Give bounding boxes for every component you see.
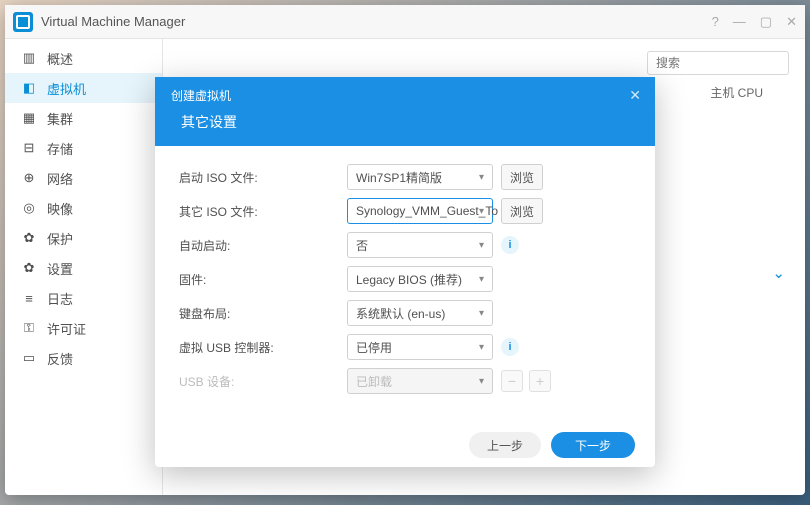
main-area: ▥概述 ◧虚拟机 ▦集群 ⊟存储 ⊕网络 ◎映像 ✿保护 ✿设置 ≡日志 ⚿许可… <box>5 39 805 495</box>
select-autostart[interactable]: 否 <box>347 232 493 258</box>
row-other-iso: 其它 ISO 文件: Synology_VMM_Guest_To 浏览 <box>179 198 631 224</box>
select-value: Legacy BIOS (推荐) <box>356 271 462 288</box>
select-value: 否 <box>356 237 368 254</box>
label-firmware: 固件: <box>179 271 347 288</box>
add-usb-button: + <box>529 370 551 392</box>
modal-subtitle: 其它设置 <box>171 112 639 132</box>
modal-body: 启动 ISO 文件: Win7SP1精简版 浏览 其它 ISO 文件: Syno… <box>155 146 655 420</box>
select-other-iso[interactable]: Synology_VMM_Guest_To <box>347 198 493 224</box>
label-boot-iso: 启动 ISO 文件: <box>179 169 347 186</box>
select-value: 已停用 <box>356 339 392 356</box>
app-icon <box>13 12 33 32</box>
row-firmware: 固件: Legacy BIOS (推荐) <box>179 266 631 292</box>
minimize-icon[interactable]: — <box>733 14 746 30</box>
create-vm-modal: 创建虚拟机 其它设置 ✕ 启动 ISO 文件: Win7SP1精简版 浏览 其它… <box>155 77 655 467</box>
select-usb-device: 已卸载 <box>347 368 493 394</box>
usb-device-buttons: − + <box>501 370 551 392</box>
row-boot-iso: 启动 ISO 文件: Win7SP1精简版 浏览 <box>179 164 631 190</box>
remove-usb-button: − <box>501 370 523 392</box>
row-keyboard: 键盘布局: 系统默认 (en-us) <box>179 300 631 326</box>
row-usb-controller: 虚拟 USB 控制器: 已停用 i <box>179 334 631 360</box>
browse-other-iso-button[interactable]: 浏览 <box>501 198 543 224</box>
label-usb-device: USB 设备: <box>179 373 347 390</box>
select-value: 已卸载 <box>356 373 392 390</box>
window-controls: ? — ▢ ✕ <box>712 14 797 30</box>
select-boot-iso[interactable]: Win7SP1精简版 <box>347 164 493 190</box>
select-firmware[interactable]: Legacy BIOS (推荐) <box>347 266 493 292</box>
info-icon[interactable]: i <box>501 338 519 356</box>
row-autostart: 自动启动: 否 i <box>179 232 631 258</box>
close-icon[interactable]: ✕ <box>786 14 797 30</box>
maximize-icon[interactable]: ▢ <box>760 14 772 30</box>
help-icon[interactable]: ? <box>712 14 719 30</box>
modal-footer: 上一步 下一步 <box>155 420 655 474</box>
browse-boot-iso-button[interactable]: 浏览 <box>501 164 543 190</box>
next-button[interactable]: 下一步 <box>551 432 635 458</box>
select-keyboard[interactable]: 系统默认 (en-us) <box>347 300 493 326</box>
modal-close-icon[interactable]: ✕ <box>629 87 641 104</box>
label-autostart: 自动启动: <box>179 237 347 254</box>
select-value: Synology_VMM_Guest_To <box>356 204 498 218</box>
app-window: Virtual Machine Manager ? — ▢ ✕ ▥概述 ◧虚拟机… <box>5 5 805 495</box>
label-keyboard: 键盘布局: <box>179 305 347 322</box>
label-usb-controller: 虚拟 USB 控制器: <box>179 339 347 356</box>
modal-title: 创建虚拟机 <box>171 87 639 104</box>
modal-backdrop: 创建虚拟机 其它设置 ✕ 启动 ISO 文件: Win7SP1精简版 浏览 其它… <box>5 39 805 495</box>
select-value: 系统默认 (en-us) <box>356 305 445 322</box>
select-value: Win7SP1精简版 <box>356 169 442 186</box>
row-usb-device: USB 设备: 已卸载 − + <box>179 368 631 394</box>
label-other-iso: 其它 ISO 文件: <box>179 203 347 220</box>
info-icon[interactable]: i <box>501 236 519 254</box>
prev-button[interactable]: 上一步 <box>469 432 541 458</box>
modal-header: 创建虚拟机 其它设置 ✕ <box>155 77 655 146</box>
window-title: Virtual Machine Manager <box>41 14 712 29</box>
select-usb-controller[interactable]: 已停用 <box>347 334 493 360</box>
titlebar: Virtual Machine Manager ? — ▢ ✕ <box>5 5 805 39</box>
